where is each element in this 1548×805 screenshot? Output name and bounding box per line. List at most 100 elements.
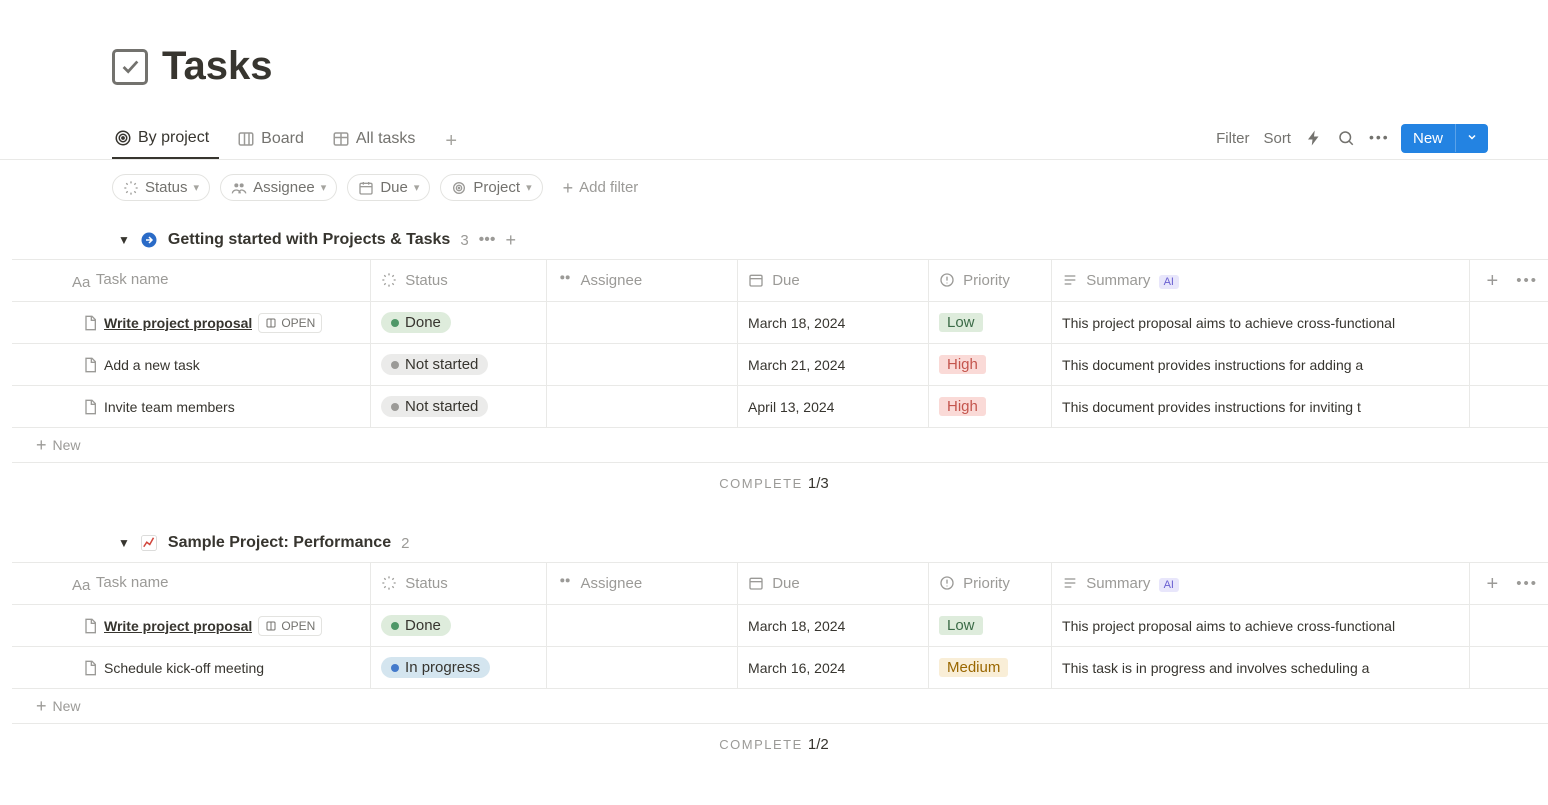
- group-toggle[interactable]: ▼: [118, 536, 130, 550]
- page-icon: [82, 399, 98, 415]
- new-button[interactable]: New: [1401, 124, 1488, 153]
- open-button[interactable]: OPEN: [258, 313, 322, 333]
- cell-priority[interactable]: High: [928, 344, 1051, 386]
- filter-chip-project[interactable]: Project ▾: [440, 174, 542, 201]
- chevron-down-icon: ▾: [321, 181, 327, 194]
- cell-due[interactable]: March 18, 2024: [738, 605, 929, 647]
- due-text: March 18, 2024: [748, 315, 845, 331]
- plus-icon: +: [563, 179, 574, 197]
- column-label: Summary: [1086, 272, 1150, 289]
- status-text: In progress: [405, 659, 480, 676]
- cell-blank: [1469, 647, 1548, 689]
- filter-chip-assignee[interactable]: Assignee ▾: [220, 174, 337, 201]
- cell-summary[interactable]: This project proposal aims to achieve cr…: [1052, 302, 1470, 344]
- summary-text: This project proposal aims to achieve cr…: [1062, 618, 1395, 634]
- text-icon: Aa: [72, 577, 88, 593]
- priority-icon: [939, 272, 955, 288]
- people-icon: [231, 180, 247, 196]
- column-more-icon[interactable]: •••: [1516, 575, 1538, 592]
- chip-label: Due: [380, 179, 408, 196]
- column-header-name[interactable]: Aa Task name: [12, 260, 371, 302]
- column-header-summary[interactable]: Summary AI: [1052, 260, 1470, 302]
- new-button-label: New: [1401, 124, 1455, 153]
- cell-status[interactable]: Not started: [371, 386, 547, 428]
- page-icon: [82, 357, 98, 373]
- cell-status[interactable]: Done: [371, 605, 547, 647]
- table-row[interactable]: Invite team members Not started April 13…: [12, 386, 1548, 428]
- filter-chip-due[interactable]: Due ▾: [347, 174, 430, 201]
- new-row-button[interactable]: + New: [12, 428, 1548, 463]
- chevron-down-icon[interactable]: [1455, 124, 1488, 152]
- new-row-button[interactable]: + New: [12, 689, 1548, 724]
- group-name[interactable]: Getting started with Projects & Tasks: [168, 231, 450, 249]
- table-row[interactable]: Add a new task Not started March 21, 202…: [12, 344, 1548, 386]
- board-icon: [237, 130, 255, 148]
- table-row[interactable]: Write project proposal OPEN Done March 1…: [12, 605, 1548, 647]
- search-icon[interactable]: [1337, 129, 1355, 147]
- group-name[interactable]: Sample Project: Performance: [168, 534, 391, 552]
- cell-priority[interactable]: High: [928, 386, 1051, 428]
- cell-status[interactable]: Done: [371, 302, 547, 344]
- target-icon: [451, 180, 467, 196]
- cell-priority[interactable]: Medium: [928, 647, 1051, 689]
- cell-due[interactable]: March 18, 2024: [738, 302, 929, 344]
- column-label: Status: [405, 272, 448, 289]
- group-toggle[interactable]: ▼: [118, 233, 130, 247]
- table-row[interactable]: Schedule kick-off meeting In progress Ma…: [12, 647, 1548, 689]
- page-icon[interactable]: [112, 49, 148, 85]
- add-column-button[interactable]: +: [1487, 574, 1499, 594]
- sort-button[interactable]: Sort: [1263, 130, 1291, 147]
- more-icon[interactable]: •••: [1369, 129, 1387, 147]
- page-icon: [82, 315, 98, 331]
- tab-all-tasks[interactable]: All tasks: [330, 124, 426, 158]
- column-more-icon[interactable]: •••: [1516, 272, 1538, 289]
- cell-summary[interactable]: This project proposal aims to achieve cr…: [1052, 605, 1470, 647]
- cell-status[interactable]: In progress: [371, 647, 547, 689]
- cell-priority[interactable]: Low: [928, 302, 1051, 344]
- column-header-assignee[interactable]: Assignee: [547, 260, 738, 302]
- summary-text: This document provides instructions for …: [1062, 357, 1363, 373]
- cell-due[interactable]: March 21, 2024: [738, 344, 929, 386]
- cell-assignee[interactable]: [547, 647, 738, 689]
- filter-chip-status[interactable]: Status ▾: [112, 174, 210, 201]
- cell-status[interactable]: Not started: [371, 344, 547, 386]
- column-header-status[interactable]: Status: [371, 260, 547, 302]
- cell-summary[interactable]: This document provides instructions for …: [1052, 344, 1470, 386]
- column-header-due[interactable]: Due: [738, 563, 929, 605]
- lightning-icon[interactable]: [1305, 129, 1323, 147]
- spinner-icon: [123, 180, 139, 196]
- column-header-priority[interactable]: Priority: [928, 563, 1051, 605]
- cell-priority[interactable]: Low: [928, 605, 1051, 647]
- cell-summary[interactable]: This document provides instructions for …: [1052, 386, 1470, 428]
- cell-assignee[interactable]: [547, 386, 738, 428]
- group-more-icon[interactable]: •••: [479, 231, 496, 249]
- task-title: Write project proposal: [104, 315, 252, 331]
- group-add-button[interactable]: +: [505, 231, 516, 249]
- new-row-label: New: [53, 437, 81, 453]
- tab-by-project[interactable]: By project: [112, 123, 219, 159]
- cell-blank: [1469, 344, 1548, 386]
- tab-board[interactable]: Board: [235, 124, 314, 158]
- cell-assignee[interactable]: [547, 344, 738, 386]
- chevron-down-icon: ▾: [414, 181, 420, 194]
- calendar-icon: [748, 272, 764, 288]
- cell-summary[interactable]: This task is in progress and involves sc…: [1052, 647, 1470, 689]
- column-header-summary[interactable]: Summary AI: [1052, 563, 1470, 605]
- cell-due[interactable]: April 13, 2024: [738, 386, 929, 428]
- cell-assignee[interactable]: [547, 605, 738, 647]
- column-label: Priority: [963, 575, 1010, 592]
- cell-assignee[interactable]: [547, 302, 738, 344]
- add-column-button[interactable]: +: [1487, 271, 1499, 291]
- column-header-status[interactable]: Status: [371, 563, 547, 605]
- column-header-priority[interactable]: Priority: [928, 260, 1051, 302]
- open-button[interactable]: OPEN: [258, 616, 322, 636]
- column-header-assignee[interactable]: Assignee: [547, 563, 738, 605]
- add-view-button[interactable]: +: [441, 127, 461, 155]
- column-header-name[interactable]: Aa Task name: [12, 563, 371, 605]
- column-header-due[interactable]: Due: [738, 260, 929, 302]
- table-row[interactable]: Write project proposal OPEN Done March 1…: [12, 302, 1548, 344]
- cell-due[interactable]: March 16, 2024: [738, 647, 929, 689]
- open-label: OPEN: [281, 316, 315, 330]
- filter-button[interactable]: Filter: [1216, 130, 1249, 147]
- add-filter-button[interactable]: + Add filter: [563, 179, 639, 197]
